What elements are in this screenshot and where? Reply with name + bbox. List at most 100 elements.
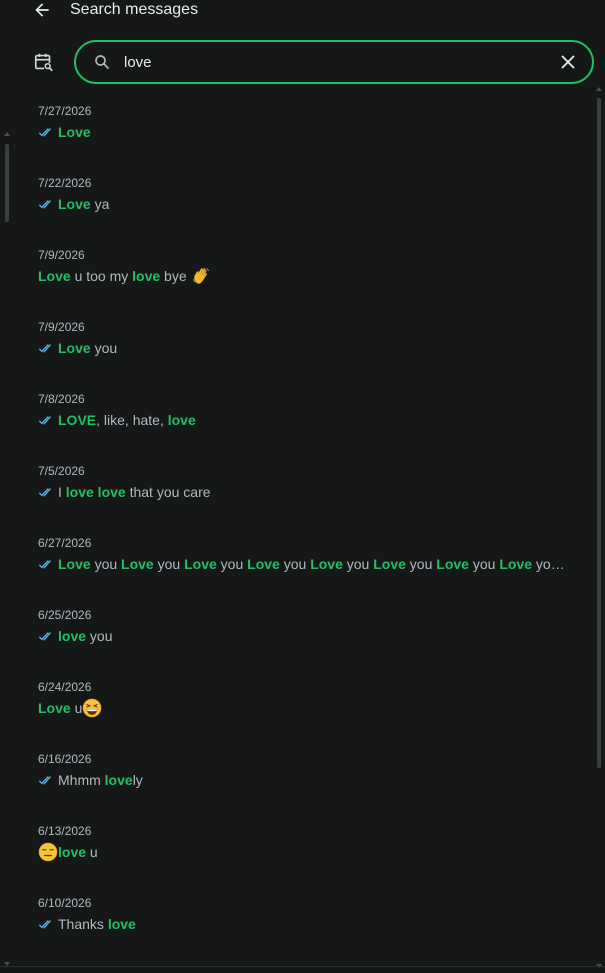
search-result-item[interactable]: 7/27/2026 Love [0,96,590,168]
search-result-item[interactable]: 7/9/2026 Love you [0,312,590,384]
message-text-segment: u [70,700,83,716]
match-highlight: Love [38,700,71,716]
search-results-list: 7/27/2026 Love 7/22/2026 Love ya 7/9/2026 Lov… [0,96,590,966]
match-highlight: Love [373,556,406,572]
read-receipt-icon [38,775,51,785]
match-highlight: Love [38,268,71,284]
search-box[interactable] [74,40,594,84]
search-result-item[interactable]: 6/13/2026 love u [0,816,590,888]
result-message-preview: love u [38,842,568,862]
match-highlight: love [167,412,196,428]
close-icon [561,55,575,69]
message-text: LOVE, like, hate, love [58,410,196,430]
search-result-item[interactable]: 6/24/2026 Love u [0,672,590,744]
result-date: 6/10/2026 [38,896,92,910]
read-receipt-icon [38,559,51,569]
match-highlight: Love [436,556,469,572]
search-result-item[interactable]: 6/27/2026 Love you Love you Love you Love… [0,528,590,600]
message-text-segment: I [58,484,66,500]
read-receipt-icon [38,199,51,209]
message-text-segment: you [279,556,311,572]
search-icon [93,53,111,71]
result-date: 7/22/2026 [38,176,92,190]
message-text-segment: , like, hate, [96,412,168,428]
search-result-item[interactable]: 7/5/2026 I love love that you care [0,456,590,528]
scrollbar-thumb[interactable] [597,98,601,768]
message-text-segment: you [90,556,122,572]
result-date: 7/5/2026 [38,464,85,478]
match-highlight: Love [184,556,217,572]
search-result-item[interactable]: 7/9/2026 Love u too my love bye [0,240,590,312]
result-date: 6/16/2026 [38,752,92,766]
message-text-segment: you [153,556,185,572]
divider [0,966,605,967]
search-messages-panel: Search messages love 7/27/2026 Love 7/22… [0,0,605,973]
result-date: 6/24/2026 [38,680,92,694]
message-text: Love you Love you Love you Love you Love… [58,554,568,574]
search-result-item[interactable]: 6/16/2026 Mhmm lovely [0,744,590,816]
match-highlight: love [58,628,87,644]
message-text-segment: that you care [125,484,211,500]
match-highlight: Love [58,196,91,212]
left-scrollbar[interactable] [3,130,11,970]
message-text: Mhmm lovely [58,770,143,790]
result-date: 7/27/2026 [38,104,92,118]
result-message-preview: Love [38,122,568,142]
match-highlight: Love [58,556,91,572]
message-text-segment: you [532,556,563,572]
message-text-segment: you [342,556,374,572]
clear-search-button[interactable] [558,52,578,72]
match-highlight: LOVE [58,412,97,428]
message-text-segment: Thanks [58,916,108,932]
search-result-item[interactable]: 7/22/2026 Love ya [0,168,590,240]
match-highlight: Love [247,556,280,572]
message-text: I love love that you care [58,482,211,502]
message-text-segment: bye [160,268,191,284]
search-result-item[interactable]: 6/25/2026 love you [0,600,590,672]
search-result-item[interactable]: 7/8/2026 LOVE, like, hate, love [0,384,590,456]
message-text: Love you [58,338,117,358]
message-text: Thanks love [58,914,136,934]
message-text-segment: ya [90,196,110,212]
message-text-segment: ly [132,772,143,788]
expressionless-face-icon [38,842,58,862]
result-message-preview: love you [38,626,568,646]
read-receipt-icon [38,127,51,137]
results-scrollbar[interactable] [594,86,603,970]
match-highlight: Love [499,556,533,572]
waving-hand-icon [192,268,209,284]
message-text: Love ya [58,194,109,214]
message-text: Love [58,122,91,142]
result-message-preview: Love you [38,338,568,358]
back-button[interactable] [30,0,54,22]
search-result-item[interactable]: 6/10/2026 Thanks love [0,888,590,960]
search-input[interactable] [124,51,544,73]
read-receipt-icon [38,415,51,425]
match-highlight: love love [65,484,126,500]
message-text-segment: you [405,556,437,572]
message-text-segment: Mhmm [58,772,105,788]
match-highlight: Love [121,556,154,572]
scrollbar-thumb[interactable] [5,144,9,222]
message-text-segment: u too my [70,268,133,284]
search-by-date-button[interactable] [32,50,56,74]
match-highlight: Love [58,124,91,140]
result-message-preview: Love u [38,698,568,718]
result-date: 6/13/2026 [38,824,92,838]
read-receipt-icon [38,919,51,929]
read-receipt-icon [38,631,51,641]
result-date: 7/9/2026 [38,320,85,334]
result-message-preview: Thanks love [38,914,568,934]
message-text-segment: you [468,556,500,572]
arrow-left-icon [35,3,49,17]
match-highlight: love [107,916,136,932]
match-highlight: love [58,844,87,860]
scroll-up-arrow-icon[interactable] [4,132,10,136]
result-message-preview: Love u too my love bye [38,266,568,286]
panel-header: Search messages [0,0,605,24]
message-text-segment: you [90,340,118,356]
result-message-preview: LOVE, like, hate, love [38,410,568,430]
scroll-up-arrow-icon[interactable] [596,87,602,91]
page-title: Search messages [70,1,199,18]
calendar-search-icon [34,53,54,73]
